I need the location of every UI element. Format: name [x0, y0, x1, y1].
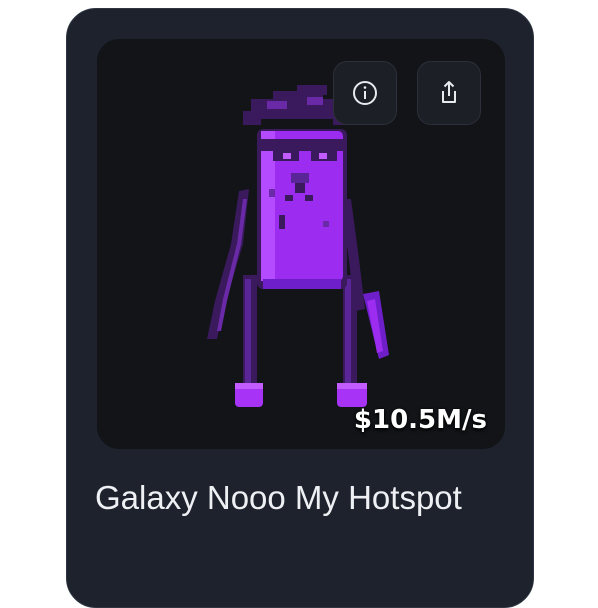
info-icon [353, 81, 377, 105]
price-label: $10.5M/s [353, 405, 487, 435]
item-title: Galaxy Nooo My Hotspot [95, 479, 462, 516]
share-icon [442, 81, 456, 103]
info-button[interactable] [333, 61, 397, 125]
item-thumbnail[interactable]: $10.5M/s [97, 39, 505, 449]
item-card[interactable]: $10.5M/s Galaxy Nooo My Hotspot [66, 8, 534, 608]
share-button[interactable] [417, 61, 481, 125]
